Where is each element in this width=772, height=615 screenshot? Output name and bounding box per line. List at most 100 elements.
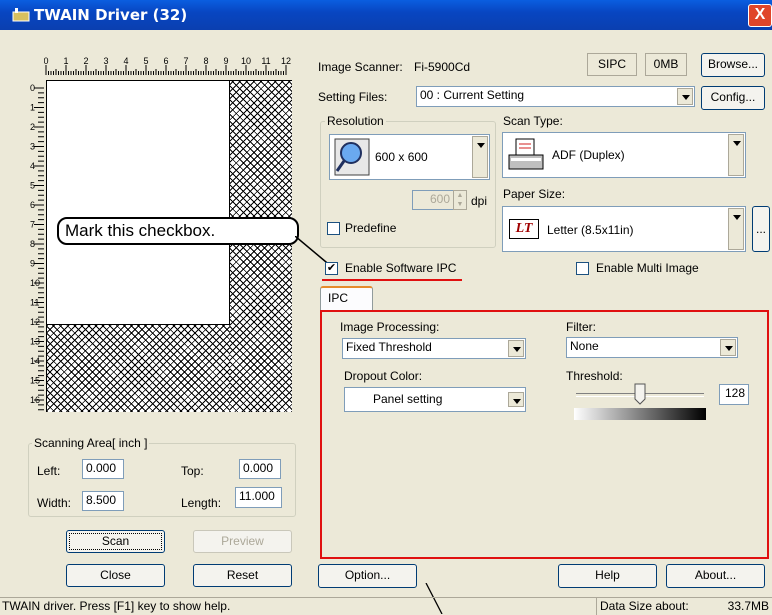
chevron-down-icon: [677, 88, 693, 105]
image-processing-label: Image Processing:: [340, 320, 440, 334]
ruler-label: 0: [30, 83, 35, 93]
dropout-color-label: Dropout Color:: [344, 369, 423, 383]
chevron-down-icon: [728, 208, 744, 250]
ruler-label: 2: [83, 56, 88, 66]
length-field[interactable]: 11.000: [235, 487, 282, 508]
ruler-label: 0: [44, 56, 49, 66]
image-processing-dropdown[interactable]: Fixed Threshold: [342, 338, 526, 359]
filter-dropdown[interactable]: None: [566, 337, 738, 358]
ruler-label: 1: [30, 103, 35, 113]
letter-size-icon: LT: [509, 219, 539, 239]
setting-files-value: 00 : Current Setting: [420, 88, 525, 102]
ruler-label: 8: [203, 56, 208, 66]
ruler-label: 5: [143, 56, 148, 66]
browse-button[interactable]: Browse...: [701, 53, 765, 77]
ruler-label: 4: [123, 56, 128, 66]
paper-size-dropdown[interactable]: LT Letter (8.5x11in): [502, 206, 746, 252]
ruler-label: 16: [30, 395, 40, 405]
close-window-button[interactable]: X: [748, 4, 772, 27]
ruler-label: 11: [30, 298, 39, 308]
ruler-label: 12: [281, 56, 291, 66]
ruler-label: 9: [30, 259, 35, 269]
ruler-label: 5: [30, 181, 35, 191]
ruler-label: 7: [30, 220, 35, 230]
ruler-label: 8: [30, 239, 35, 249]
dropout-color-value: Panel setting: [373, 392, 443, 406]
top-label: Top:: [181, 464, 204, 478]
image-scanner-label: Image Scanner:: [318, 60, 403, 74]
scanner-name: Fi-5900Cd: [414, 60, 471, 74]
filter-label: Filter:: [566, 320, 596, 334]
ruler-label: 13: [30, 337, 40, 347]
preview-area[interactable]: [46, 80, 292, 412]
preview-button[interactable]: Preview: [193, 530, 292, 553]
ruler-label: 15: [30, 376, 40, 386]
filter-value: None: [570, 339, 599, 353]
config-button[interactable]: Config...: [701, 86, 765, 110]
ruler-label: 14: [30, 356, 40, 366]
threshold-slider-thumb[interactable]: [634, 383, 646, 405]
option-button[interactable]: Option...: [318, 564, 417, 588]
highlight-underline: [322, 279, 462, 281]
sipc-indicator: SIPC: [587, 53, 637, 76]
paper-size-value: Letter (8.5x11in): [547, 223, 634, 237]
ruler-label: 2: [30, 122, 35, 132]
chevron-down-icon: [508, 340, 524, 357]
ruler-label: 9: [223, 56, 228, 66]
paper-size-label: Paper Size:: [503, 187, 566, 201]
setting-files-dropdown[interactable]: 00 : Current Setting: [416, 86, 695, 107]
dpi-label: dpi: [471, 194, 488, 208]
width-field[interactable]: 8.500: [82, 491, 124, 511]
threshold-label: Threshold:: [566, 369, 623, 383]
ruler-label: 3: [103, 56, 108, 66]
preview-out-of-range-area: [230, 81, 292, 412]
left-field[interactable]: 0.000: [82, 459, 124, 479]
image-processing-value: Fixed Threshold: [346, 340, 432, 354]
ruler-label: 12: [30, 317, 40, 327]
enable-multi-image-checkbox[interactable]: [576, 262, 589, 275]
tab-ipc[interactable]: IPC: [320, 286, 373, 310]
preview-out-of-range-area: [47, 325, 230, 412]
predefine-label: Predefine: [345, 221, 397, 235]
scan-button[interactable]: Scan: [66, 530, 165, 553]
threshold-field[interactable]: 128: [719, 384, 749, 405]
scan-type-value: ADF (Duplex): [552, 148, 625, 162]
data-size-value: 33.7MB: [727, 599, 769, 613]
ruler-label: 6: [163, 56, 168, 66]
help-button[interactable]: Help: [558, 564, 657, 588]
chevron-down-icon: [472, 136, 488, 178]
width-label: Width:: [37, 496, 72, 510]
dpi-field[interactable]: 600: [412, 190, 454, 210]
ruler-label: 7: [183, 56, 188, 66]
window-title: TWAIN Driver (32): [34, 6, 188, 24]
chevron-down-icon: [508, 392, 524, 407]
dropout-color-dropdown[interactable]: Panel setting: [344, 387, 526, 412]
adf-scanner-icon: [508, 138, 544, 170]
ruler-label: 6: [30, 200, 35, 210]
ruler-label: 1: [63, 56, 68, 66]
close-button[interactable]: Close: [66, 564, 165, 587]
predefine-checkbox[interactable]: [327, 222, 340, 235]
resolution-label: Resolution: [325, 114, 386, 128]
horizontal-ruler: 0 1 2 3 4 5 6 7 8 9 10 11 12: [44, 56, 291, 75]
top-field[interactable]: 0.000: [239, 459, 281, 479]
paper-preview: [47, 81, 230, 325]
about-button[interactable]: About...: [666, 564, 765, 588]
scanning-area-label: Scanning Area[ inch ]: [32, 436, 150, 450]
ruler-label: 10: [30, 278, 40, 288]
chevron-down-icon: [728, 134, 744, 176]
resolution-dropdown[interactable]: 600 x 600: [329, 134, 490, 180]
ruler-label: 10: [241, 56, 251, 66]
left-label: Left:: [37, 464, 61, 478]
scan-type-label: Scan Type:: [503, 114, 563, 128]
scan-type-dropdown[interactable]: ADF (Duplex): [502, 132, 746, 178]
vertical-ruler: 01234567891011121314151617: [30, 83, 44, 411]
enable-software-ipc-checkbox[interactable]: ✔: [325, 262, 338, 275]
dpi-spinner[interactable]: ▲ ▼: [453, 190, 467, 210]
memory-indicator: 0MB: [645, 53, 687, 76]
scanner-app-icon: [12, 8, 30, 22]
paper-size-more-button[interactable]: ...: [752, 206, 770, 252]
reset-button[interactable]: Reset: [193, 564, 292, 587]
status-text: TWAIN driver. Press [F1] key to show hel…: [2, 599, 231, 613]
resolution-value: 600 x 600: [375, 150, 428, 164]
